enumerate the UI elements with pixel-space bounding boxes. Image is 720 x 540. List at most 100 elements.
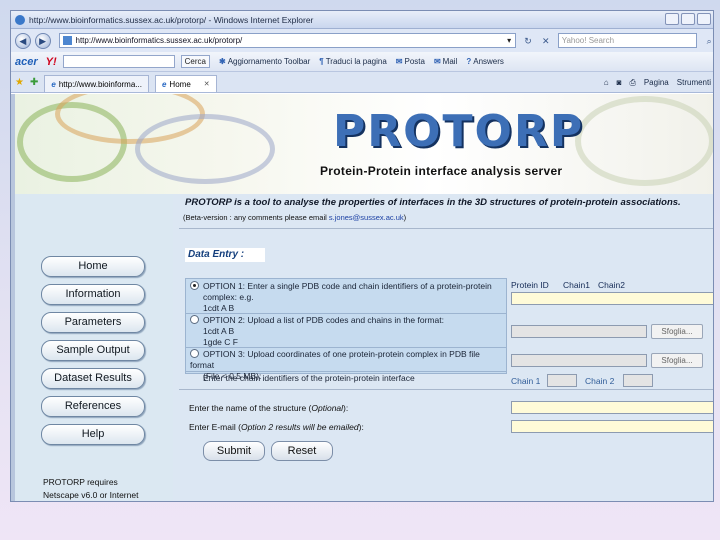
option3-file-input[interactable]	[511, 354, 647, 367]
data-entry-heading: Data Entry :	[185, 248, 265, 262]
back-button[interactable]: ◀	[15, 32, 31, 49]
option2-file-input[interactable]	[511, 325, 647, 338]
forward-button[interactable]: ▶	[34, 32, 51, 49]
ie-logo-icon	[15, 14, 25, 25]
web-page: PROTORP Protein-Protein interface analys…	[15, 94, 713, 501]
nav-dataset-results-button[interactable]: Dataset Results	[41, 368, 145, 389]
option-1-radio[interactable]	[190, 281, 199, 290]
tab-bar: ★ ✚ e http://www.bioinforma... e Home ✕ …	[11, 72, 713, 93]
sfoglia-button-2[interactable]: Sfoglia...	[651, 353, 703, 368]
search-input[interactable]: Yahoo! Search	[557, 33, 698, 48]
refresh-icon[interactable]: ↻	[522, 35, 534, 47]
toolbar-answers-label: Answers	[473, 57, 504, 66]
structure-name-input[interactable]	[511, 401, 713, 414]
page-subtitle: Protein-Protein interface analysis serve…	[320, 164, 563, 178]
toolbar-mail-label: Mail	[442, 57, 458, 66]
nav-home-button[interactable]: Home	[41, 256, 145, 277]
reset-button[interactable]: Reset	[271, 441, 333, 461]
toolbar-translate-label: Traduci la pagina	[325, 57, 387, 66]
option-1-text: OPTION 1: Enter a single PDB code and ch…	[203, 281, 492, 291]
beta-close: )	[403, 213, 407, 222]
nav-references-button[interactable]: References	[41, 396, 145, 417]
structure-name-label: Enter the name of the structure (Optiona…	[189, 403, 348, 413]
option-3-chains: Enter the chain identifiers of the prote…	[190, 373, 415, 384]
nav-parameters-button[interactable]: Parameters	[41, 312, 145, 333]
yahoo-logo[interactable]: Y!	[46, 56, 57, 68]
email-label-note: Option 2 results will be emailed	[240, 422, 359, 432]
col-protein-id: Protein ID	[511, 280, 549, 290]
option-1-example: 1cdt A B	[203, 303, 235, 313]
nav-sample-output-button[interactable]: Sample Output	[41, 340, 145, 361]
favorites-star-icon[interactable]: ★	[15, 77, 24, 88]
close-window-button[interactable]	[697, 13, 711, 25]
strumenti-menu[interactable]: Strumenti	[677, 78, 711, 88]
option-2-example-1: 1cdt A B	[203, 326, 235, 336]
option-1-example-label: complex: e.g.	[203, 292, 254, 302]
option-separator	[186, 313, 506, 314]
toolbar-answers[interactable]: ? Answers	[466, 57, 504, 66]
option-2: OPTION 2: Upload a list of PDB codes and…	[190, 315, 444, 348]
cerca-button[interactable]: Cerca	[180, 55, 210, 68]
feeds-icon[interactable]: ◙	[617, 78, 622, 88]
print-icon[interactable]: ⎙	[629, 78, 635, 88]
url-dropdown-icon[interactable]: ▾	[503, 36, 515, 45]
helix-graphic	[575, 96, 713, 186]
tool-description: PROTORP is a tool to analyse the propert…	[185, 197, 681, 208]
toolbar-posta[interactable]: ✉ Posta	[396, 57, 425, 66]
col-chain2: Chain2	[598, 280, 625, 290]
structure-name-label-optional: Optional	[311, 403, 344, 413]
url-field[interactable]: http://www.bioinformatics.sussex.ac.uk/p…	[58, 33, 517, 48]
close-tab-icon[interactable]: ✕	[204, 80, 210, 88]
stop-icon[interactable]: ✕	[540, 35, 552, 47]
structure-name-label-pre: Enter the name of the structure (	[189, 403, 312, 413]
divider	[179, 228, 713, 229]
translate-icon: ¶	[319, 57, 324, 66]
window-title: http://www.bioinformatics.sussex.ac.uk/p…	[29, 14, 314, 25]
pagina-menu[interactable]: Pagina	[644, 78, 669, 88]
main-content: PROTORP is a tool to analyse the propert…	[173, 194, 713, 501]
helix-graphic	[135, 114, 275, 184]
home-icon[interactable]: ⌂	[604, 78, 609, 88]
email-input[interactable]	[511, 420, 713, 433]
col-chain1: Chain1	[563, 280, 590, 290]
acer-logo: acer	[15, 55, 38, 68]
add-favorite-icon[interactable]: ✚	[30, 77, 38, 88]
nav-help-button[interactable]: Help	[41, 424, 145, 445]
minimize-button[interactable]	[665, 13, 679, 25]
email-label: Enter E-mail (Option 2 results will be e…	[189, 422, 364, 432]
option-3-radio[interactable]	[190, 349, 199, 358]
tab-protorp[interactable]: e http://www.bioinforma...	[44, 75, 149, 92]
sfoglia-button-1[interactable]: Sfoglia...	[651, 324, 703, 339]
title-bar: http://www.bioinformatics.sussex.ac.uk/p…	[11, 11, 713, 29]
tab-label: Home	[169, 79, 191, 89]
structure-name-label-post: ):	[343, 403, 349, 413]
tab-home[interactable]: e Home ✕	[154, 75, 217, 92]
sidebar: Home Information Parameters Sample Outpu…	[15, 194, 173, 501]
protein-id-input[interactable]	[511, 292, 713, 305]
chain-1-label: Chain 1	[511, 376, 541, 386]
email-label-post: ):	[358, 422, 364, 432]
chain-2-input[interactable]	[623, 374, 653, 387]
ie-tab-icon: e	[161, 79, 167, 89]
command-bar: ⌂ ◙ ⎙ Pagina Strumenti	[604, 78, 711, 88]
submit-button[interactable]: Submit	[203, 441, 265, 461]
option-2-example-2: 1gde C F	[203, 337, 238, 347]
option-2-radio[interactable]	[190, 315, 199, 324]
toolbar-update[interactable]: ✱ Aggiornamento Toolbar	[219, 57, 310, 66]
contact-email-link[interactable]: s.jones@sussex.ac.uk	[329, 213, 404, 222]
beta-notice: (Beta-version : any comments please emai…	[183, 213, 406, 222]
search-icon[interactable]: ⌕	[703, 35, 713, 47]
divider	[179, 389, 713, 390]
option-separator	[186, 347, 506, 348]
toolbar-posta-label: Posta	[404, 57, 425, 66]
tab-label: http://www.bioinforma...	[58, 79, 142, 89]
nav-information-button[interactable]: Information	[41, 284, 145, 305]
banner: PROTORP Protein-Protein interface analys…	[15, 94, 713, 194]
maximize-button[interactable]	[681, 13, 695, 25]
toolbar-translate[interactable]: ¶ Traduci la pagina	[319, 57, 387, 66]
toolbar-search-input[interactable]	[62, 55, 175, 68]
toolbar: acer Y! Cerca ✱ Aggiornamento Toolbar ¶ Tr…	[11, 52, 713, 72]
chain-1-input[interactable]	[547, 374, 577, 387]
option-2-text: OPTION 2: Upload a list of PDB codes and…	[203, 315, 444, 325]
toolbar-mail[interactable]: ✉ Mail	[434, 57, 457, 66]
